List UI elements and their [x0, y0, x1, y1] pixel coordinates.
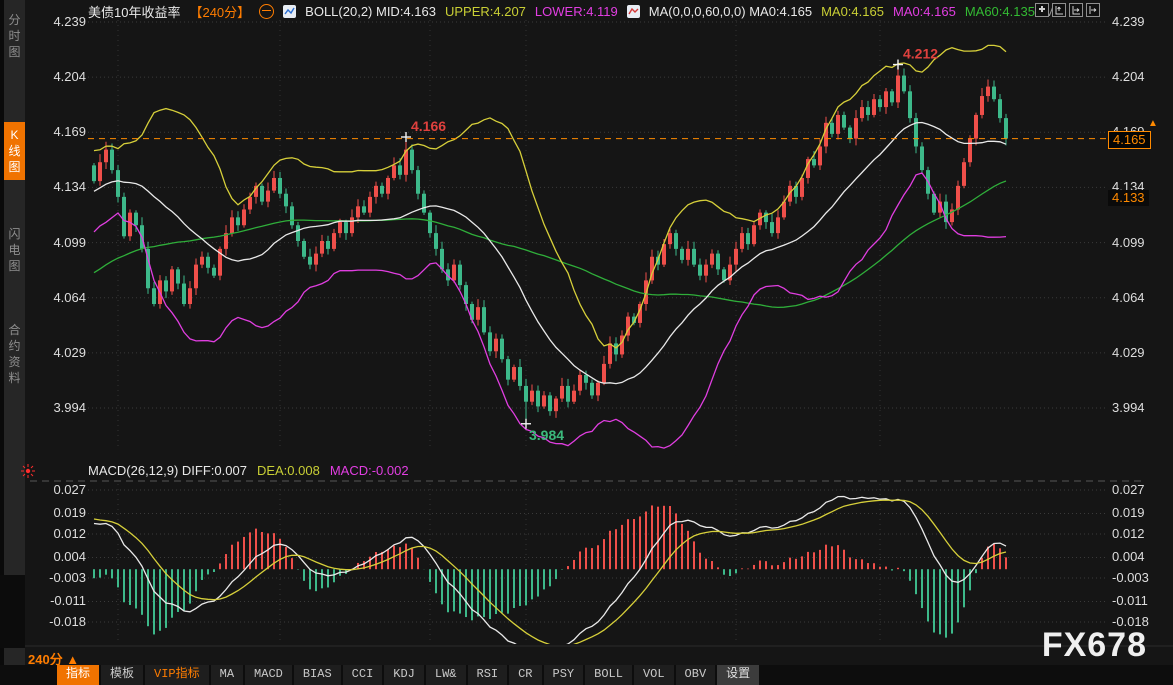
price-axis-label-left: 3.994 [34, 400, 86, 415]
collapse-circle-minus-icon[interactable] [259, 4, 274, 19]
toolbar-button-BOLL[interactable]: BOLL [585, 665, 632, 685]
layout-grid-icon[interactable] [1035, 3, 1049, 17]
macd-axis-label-right: 0.004 [1112, 549, 1168, 564]
ma60-value: MA60:4.135 [965, 4, 1035, 19]
chart-canvas[interactable]: 4.166 4.212 3.984 [0, 0, 1173, 685]
price-axis-label-left: 4.064 [34, 290, 86, 305]
low-price-annotation: 3.984 [529, 427, 564, 443]
symbol-title: 美债10年收益率 [88, 2, 180, 21]
ma-magenta-value: MA0:4.165 [893, 4, 956, 19]
macd-axis-label-right: 0.027 [1112, 482, 1168, 497]
current-price-arrow-icon: ▲ [1148, 118, 1158, 129]
price-axis-label-right: 4.239 [1112, 14, 1168, 29]
toolbar-button-KDJ[interactable]: KDJ [384, 665, 424, 685]
pan-right-icon[interactable] [1086, 3, 1100, 17]
toolbar-button-BIAS[interactable]: BIAS [294, 665, 341, 685]
boll-values: BOLL(20,2) MID:4.163 [305, 4, 436, 19]
ma-indicator-icon[interactable] [627, 5, 640, 18]
scale-y-axis-icon[interactable] [1052, 3, 1066, 17]
macd-axis-label-left: -0.018 [34, 614, 86, 629]
ma-values: MA(0,0,0,60,0,0) MA0:4.165 [649, 4, 812, 19]
toolbar-button-模板[interactable]: 模板 [101, 665, 143, 685]
period-badge[interactable]: 【240分】 [189, 2, 250, 21]
chart-application-window: 4.1664.2123.984 分时图K线图闪电图合约资料 美债10年收益率 【… [0, 0, 1173, 685]
macd-axis-label-left: -0.003 [34, 570, 86, 585]
secondary-price-tag: 4.133 [1108, 190, 1149, 206]
scale-x-axis-icon[interactable] [1069, 3, 1083, 17]
macd-diff-value: MACD(26,12,9) DIFF:0.007 [88, 463, 247, 478]
macd-axis-label-right: -0.003 [1112, 570, 1168, 585]
watermark-logo: FX678 [1042, 626, 1147, 665]
price-axis-label-right: 4.099 [1112, 235, 1168, 250]
toolbar-button-设置[interactable]: 设置 [717, 665, 759, 685]
macd-axis-label-left: 0.019 [34, 505, 86, 520]
macd-axis-label-right: 0.012 [1112, 526, 1168, 541]
time-axis: 11/1011/1511/212025/11/24 20:00~00:00 —1… [0, 648, 1173, 665]
toolbar-button-MA[interactable]: MA [211, 665, 243, 685]
price-axis-label-right: 3.994 [1112, 400, 1168, 415]
high-price-annotation: 4.166 [411, 118, 446, 134]
price-axis-label-left: 4.099 [34, 235, 86, 250]
price-axis-label-right: 4.204 [1112, 69, 1168, 84]
price-axis-label-right: 4.064 [1112, 290, 1168, 305]
price-axis-label-right: 4.029 [1112, 345, 1168, 360]
toolbar-button-CR[interactable]: CR [509, 665, 541, 685]
toolbar-button-RSI[interactable]: RSI [468, 665, 508, 685]
macd-axis-label-left: 0.027 [34, 482, 86, 497]
toolbar-button-CCI[interactable]: CCI [343, 665, 383, 685]
ma-yellow-value: MA0:4.165 [821, 4, 884, 19]
current-price-tag: 4.165 [1108, 131, 1151, 149]
toolbar-button-VOL[interactable]: VOL [634, 665, 674, 685]
boll-indicator-icon[interactable] [283, 5, 296, 18]
macd-indicator-header: MACD(26,12,9) DIFF:0.007 DEA:0.008 MACD:… [88, 463, 409, 478]
toolbar-button-OBV[interactable]: OBV [676, 665, 716, 685]
boll-upper-value: UPPER:4.207 [445, 4, 526, 19]
window-layout-icons [1035, 3, 1100, 17]
toolbar-button-LW&[interactable]: LW& [426, 665, 466, 685]
price-axis-label-left: 4.134 [34, 179, 86, 194]
macd-dea-value: DEA:0.008 [257, 463, 320, 478]
toolbar-button-MACD[interactable]: MACD [245, 665, 292, 685]
boll-lower-value: LOWER:4.119 [535, 4, 618, 19]
price-axis-label-left: 4.239 [34, 14, 86, 29]
price-axis-label-left: 4.029 [34, 345, 86, 360]
price-axis-label-left: 4.204 [34, 69, 86, 84]
high-price-annotation: 4.212 [903, 46, 938, 62]
toolbar-button-指标[interactable]: 指标 [57, 665, 99, 685]
macd-axis-label-right: -0.011 [1112, 593, 1168, 608]
macd-bar-value: MACD:-0.002 [330, 463, 409, 478]
price-axis-label-left: 4.169 [34, 124, 86, 139]
macd-alert-star-icon[interactable] [20, 463, 36, 479]
macd-axis-label-left: 0.012 [34, 526, 86, 541]
indicator-toolbar: 指标模板VIP指标MAMACDBIASCCIKDJLW&RSICRPSYBOLL… [0, 665, 1173, 685]
macd-axis-label-left: 0.004 [34, 549, 86, 564]
macd-axis-label-left: -0.011 [34, 593, 86, 608]
toolbar-button-PSY[interactable]: PSY [544, 665, 584, 685]
toolbar-button-VIP指标[interactable]: VIP指标 [145, 665, 209, 685]
macd-axis-label-right: 0.019 [1112, 505, 1168, 520]
indicator-header: 美债10年收益率 【240分】 BOLL(20,2) MID:4.163 UPP… [88, 2, 1055, 20]
